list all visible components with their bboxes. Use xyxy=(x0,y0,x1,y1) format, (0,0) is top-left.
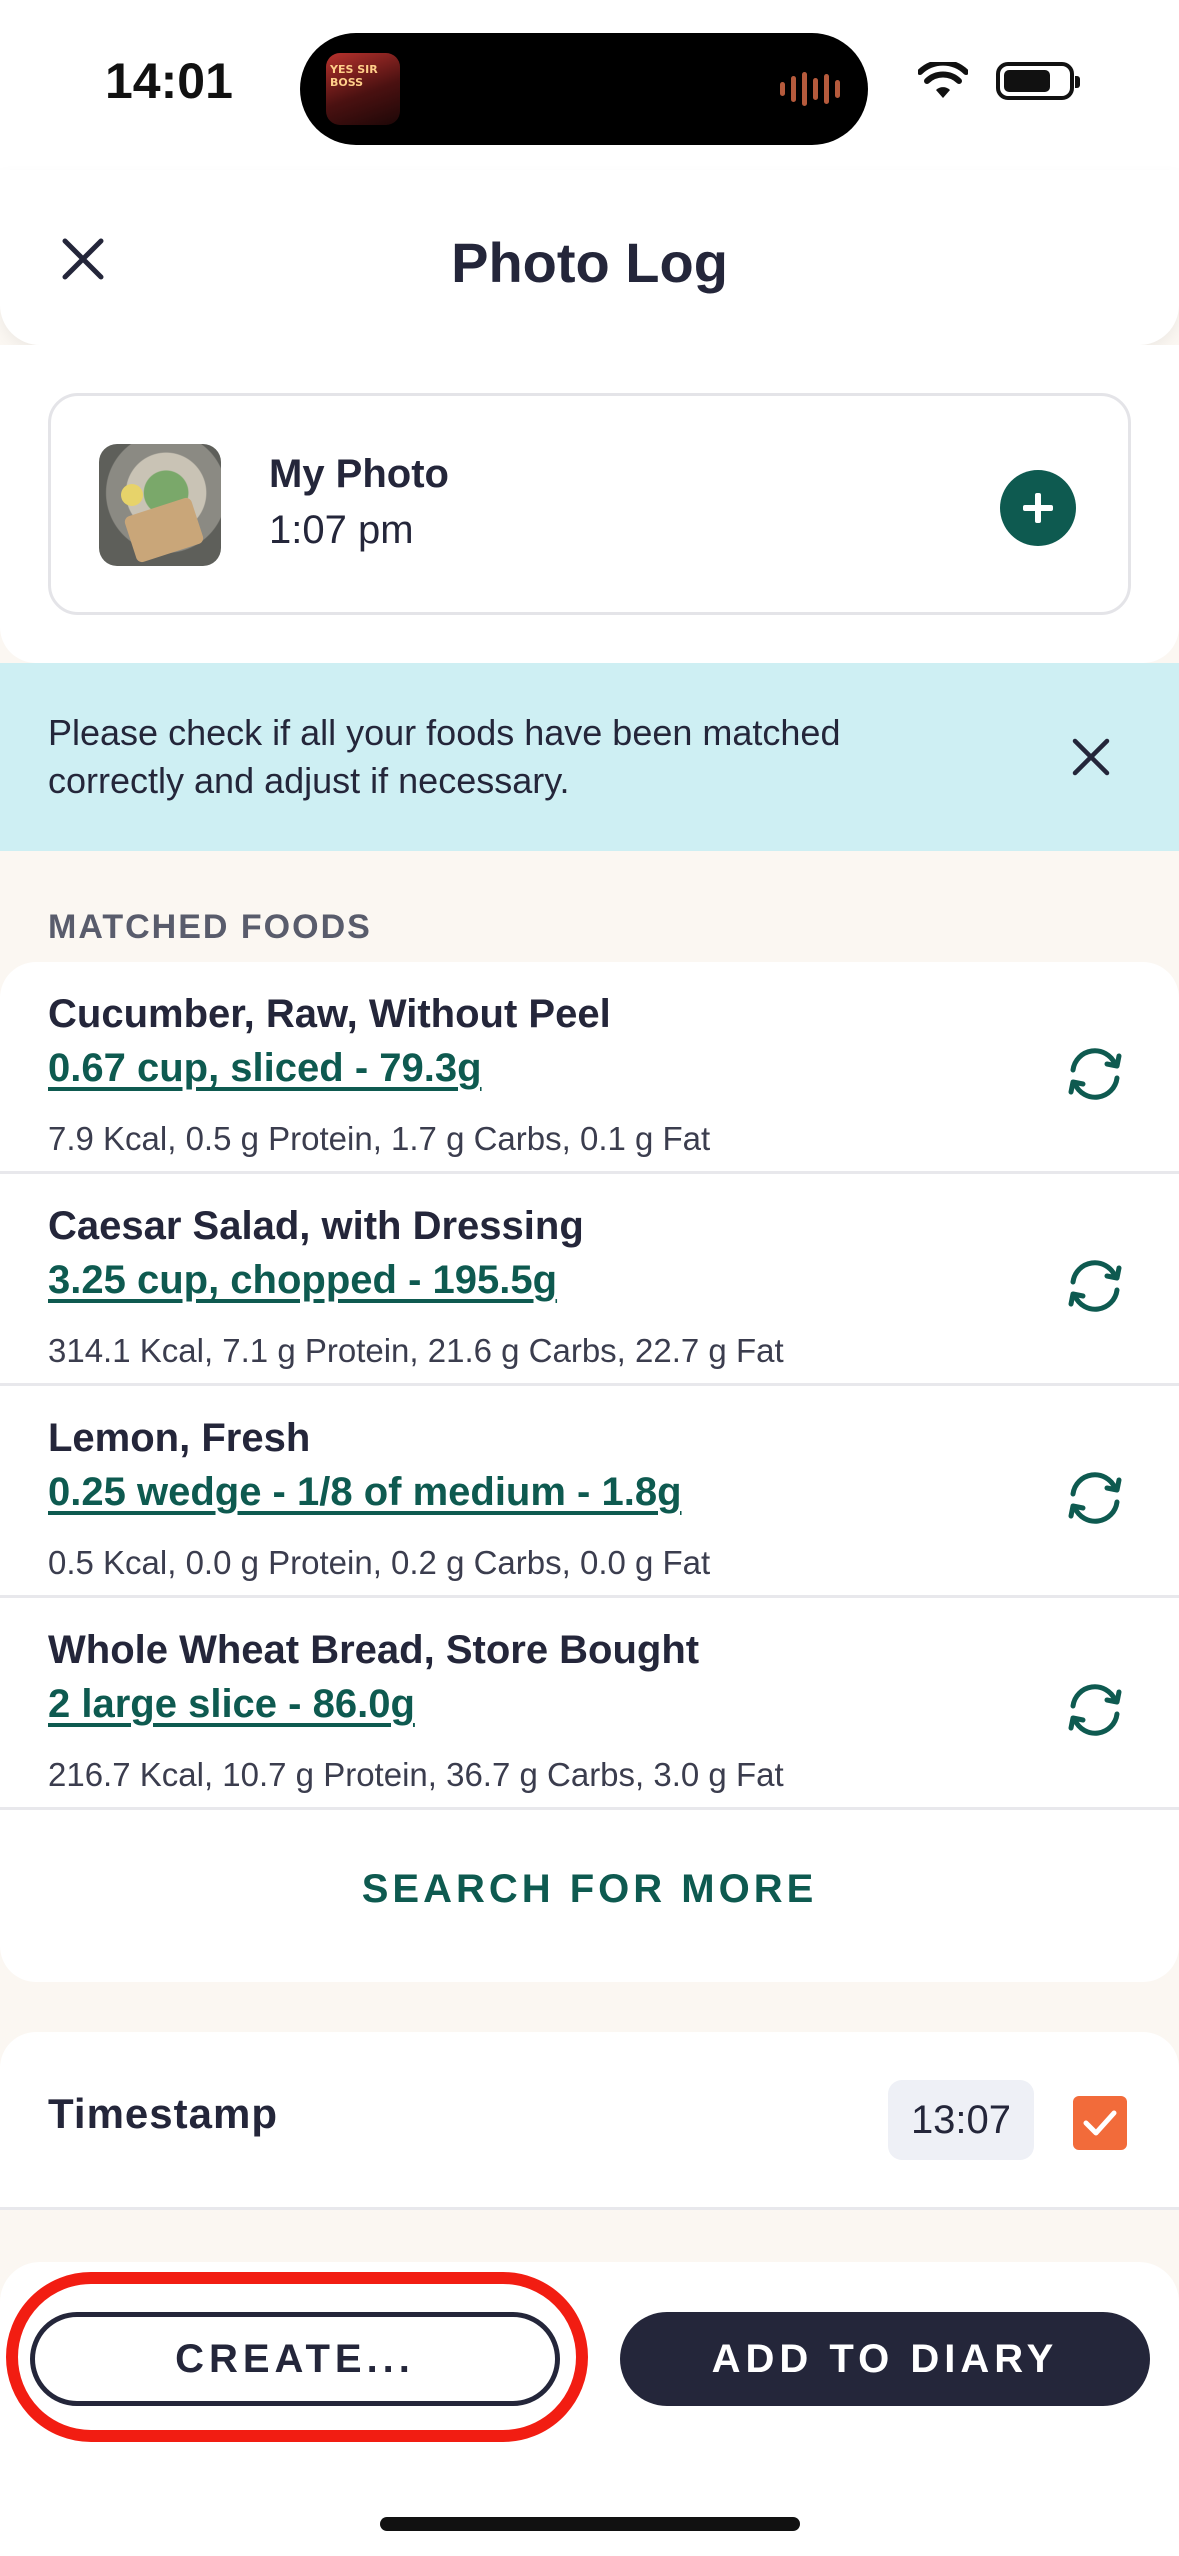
matched-foods-label: MATCHED FOODS xyxy=(48,908,372,946)
swap-food-button[interactable] xyxy=(1055,1670,1135,1750)
photo-thumbnail[interactable] xyxy=(99,444,221,566)
refresh-icon xyxy=(1068,1048,1122,1100)
info-banner: Please check if all your foods have been… xyxy=(0,663,1179,851)
swap-food-button[interactable] xyxy=(1055,1246,1135,1326)
add-photo-button[interactable] xyxy=(1000,470,1076,546)
add-to-diary-button[interactable]: ADD TO DIARY xyxy=(620,2312,1150,2406)
photo-name: My Photo xyxy=(269,452,449,496)
checkmark-icon xyxy=(1083,2110,1117,2136)
audio-waveform-icon xyxy=(780,71,840,107)
timestamp-time-picker[interactable]: 13:07 xyxy=(888,2080,1034,2160)
create-button[interactable]: CREATE... xyxy=(30,2312,560,2406)
food-portion-link[interactable]: 0.67 cup, sliced - 79.3g xyxy=(48,1046,482,1091)
refresh-icon xyxy=(1068,1472,1122,1524)
status-icons xyxy=(918,62,1080,100)
food-macros: 314.1 Kcal, 7.1 g Protein, 21.6 g Carbs,… xyxy=(48,1332,784,1369)
banner-close-button[interactable] xyxy=(1063,729,1119,785)
status-time: 14:01 xyxy=(105,53,233,109)
now-playing-artwork-text: YES SIR BOSS xyxy=(330,63,378,89)
food-name: Caesar Salad, with Dressing xyxy=(48,1204,584,1248)
food-item: Whole Wheat Bread, Store Bought 2 large … xyxy=(0,1598,1179,1810)
now-playing-artwork: YES SIR BOSS xyxy=(326,53,400,125)
refresh-icon xyxy=(1068,1684,1122,1736)
photo-section: My Photo 1:07 pm xyxy=(0,345,1179,663)
food-macros: 216.7 Kcal, 10.7 g Protein, 36.7 g Carbs… xyxy=(48,1756,784,1793)
photo-time: 1:07 pm xyxy=(269,508,414,552)
food-item: Lemon, Fresh 0.25 wedge - 1/8 of medium … xyxy=(0,1386,1179,1598)
food-portion-link[interactable]: 0.25 wedge - 1/8 of medium - 1.8g xyxy=(48,1470,682,1515)
food-name: Lemon, Fresh xyxy=(48,1416,311,1460)
food-item: Cucumber, Raw, Without Peel 0.67 cup, sl… xyxy=(0,962,1179,1174)
swap-food-button[interactable] xyxy=(1055,1034,1135,1114)
battery-icon xyxy=(996,62,1080,100)
photo-card[interactable]: My Photo 1:07 pm xyxy=(48,393,1131,615)
matched-foods-list: Cucumber, Raw, Without Peel 0.67 cup, sl… xyxy=(0,962,1179,1982)
timestamp-label: Timestamp xyxy=(48,2090,278,2137)
refresh-icon xyxy=(1068,1260,1122,1312)
page-title: Photo Log xyxy=(451,231,728,294)
wifi-icon xyxy=(918,62,968,98)
food-portion-link[interactable]: 2 large slice - 86.0g xyxy=(48,1682,415,1727)
status-bar: 14:01 YES SIR BOSS xyxy=(0,0,1179,170)
search-for-more-button[interactable]: SEARCH FOR MORE xyxy=(0,1810,1179,1968)
dynamic-island: YES SIR BOSS xyxy=(300,33,868,145)
timestamp-row: Timestamp 13:07 xyxy=(0,2032,1179,2210)
close-icon xyxy=(1072,738,1110,776)
food-portion-link[interactable]: 3.25 cup, chopped - 195.5g xyxy=(48,1258,557,1303)
home-indicator xyxy=(380,2517,800,2531)
food-name: Whole Wheat Bread, Store Bought xyxy=(48,1628,700,1672)
food-item: Caesar Salad, with Dressing 3.25 cup, ch… xyxy=(0,1174,1179,1386)
food-name: Cucumber, Raw, Without Peel xyxy=(48,992,611,1036)
header: Photo Log xyxy=(0,170,1179,345)
swap-food-button[interactable] xyxy=(1055,1458,1135,1538)
food-macros: 7.9 Kcal, 0.5 g Protein, 1.7 g Carbs, 0.… xyxy=(48,1120,711,1157)
banner-message: Please check if all your foods have been… xyxy=(48,712,841,801)
timestamp-checkbox[interactable] xyxy=(1073,2096,1127,2150)
food-macros: 0.5 Kcal, 0.0 g Protein, 0.2 g Carbs, 0.… xyxy=(48,1544,711,1581)
